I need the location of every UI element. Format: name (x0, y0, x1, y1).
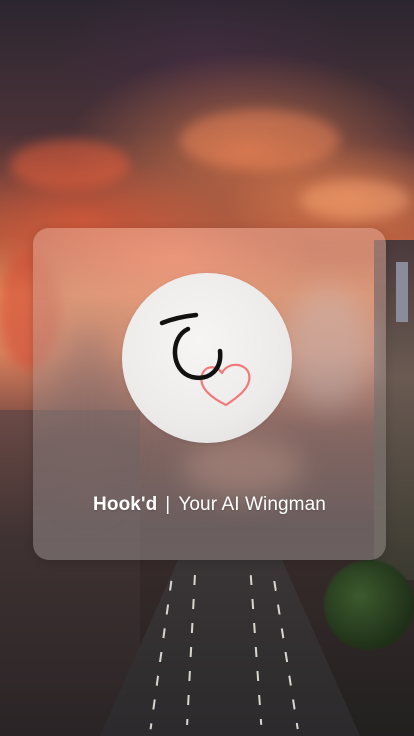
background-trees (324, 560, 414, 650)
card-blur-shape (283, 288, 373, 408)
heart-icon (200, 363, 251, 407)
splash-card: Hook'd | Your AI Wingman (33, 228, 386, 560)
background-cloud (10, 140, 130, 190)
logo (122, 273, 292, 443)
hook-top-stroke (159, 312, 199, 326)
tagline-text: Your AI Wingman (178, 494, 326, 515)
app-tagline: Hook'd | Your AI Wingman (33, 494, 386, 516)
background-tower (396, 262, 408, 322)
background-cloud (300, 180, 410, 220)
splash-screen: Hook'd | Your AI Wingman (0, 0, 414, 736)
tagline-separator: | (165, 494, 171, 515)
hook-curve-stroke (172, 326, 223, 381)
card-blur-shape (53, 328, 123, 508)
background-cloud (180, 110, 340, 170)
hook-heart-icon (159, 312, 251, 407)
brand-name: Hook'd (93, 494, 158, 515)
card-blur-shape (183, 438, 303, 498)
